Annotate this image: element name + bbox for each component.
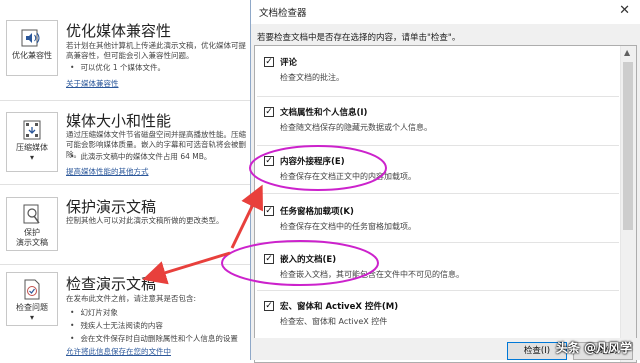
close-icon[interactable]: ✕ — [619, 3, 630, 18]
film-compress-icon — [23, 120, 41, 140]
item-title: 任务窗格加载项(K) — [280, 207, 354, 217]
dropdown-caret-icon: ▾ — [29, 153, 34, 162]
protect-presentation-button[interactable]: 保护 演示文稿 — [6, 197, 58, 251]
allow-save-info-link[interactable]: 允许将此信息保存在您的文件中 — [66, 346, 171, 357]
item-divider — [257, 96, 619, 97]
section-title: 媒体大小和性能 — [66, 112, 172, 130]
divider — [0, 100, 252, 101]
embedded-docs-checkbox[interactable]: ✓ — [264, 254, 274, 264]
section-bullet: 会在文件保存时自动删除属性和个人信息的设置 — [70, 334, 252, 344]
inspection-list: ✓ 评论 检查文档的批注。 ✓ 文档属性和个人信息(I) 检查随文档保存的隐藏元… — [254, 45, 637, 363]
section-bullet: 残疾人士无法阅读的内容 — [70, 321, 252, 331]
macros-checkbox[interactable]: ✓ — [264, 301, 274, 311]
dropdown-caret-icon: ▾ — [29, 313, 34, 322]
section-description: 控制其他人可以对此演示文稿所做的更改类型。 — [66, 216, 224, 225]
section-title: 保护演示文稿 — [66, 198, 157, 216]
item-description: 检查嵌入文档，其可能包含在文件中不可见的信息。 — [280, 270, 464, 279]
section-description: 若计划在其他计算机上传递此演示文稿，优化媒体可提高兼容性，但可能会引入兼容性问题… — [66, 41, 246, 60]
optimize-compatibility-button[interactable]: 优化兼容性 — [6, 20, 58, 76]
section-title: 优化媒体兼容性 — [66, 22, 172, 40]
item-title: 评论 — [280, 58, 298, 68]
vertical-scrollbar[interactable]: ▲ — [620, 46, 636, 362]
item-title: 嵌入的文档(E) — [280, 255, 337, 265]
item-description: 检查保存在文档正文中的内容加载项。 — [280, 172, 416, 181]
content-addins-checkbox[interactable]: ✓ — [264, 156, 274, 166]
scrollbar-thumb[interactable] — [623, 62, 633, 230]
item-title: 文档属性和个人信息(I) — [280, 108, 368, 118]
divider — [0, 264, 252, 265]
check-issues-button[interactable]: 检查问题 ▾ — [6, 272, 58, 326]
item-title: 宏、窗体和 ActiveX 控件(M) — [280, 302, 399, 312]
scroll-up-arrow-icon[interactable]: ▲ — [624, 48, 630, 57]
tile-label: 保护 演示文稿 — [16, 228, 48, 247]
dialog-titlebar[interactable]: 文档检查器 ✕ — [251, 0, 640, 24]
dialog-title: 文档检查器 — [259, 8, 307, 19]
taskpane-addins-checkbox[interactable]: ✓ — [264, 206, 274, 216]
section-title: 检查演示文稿 — [66, 275, 157, 293]
section-description: 在发布此文件之前，请注意其是否包含: — [66, 294, 197, 303]
compress-media-button[interactable]: 压缩媒体 ▾ — [6, 112, 58, 172]
item-description: 检查保存在文档中的任务窗格加载项。 — [280, 222, 416, 231]
item-divider — [257, 242, 619, 243]
media-performance-link[interactable]: 提高媒体性能的其他方式 — [66, 166, 149, 177]
section-bullet: 此演示文稿中的媒体文件占用 64 MB。 — [70, 152, 252, 162]
item-divider — [257, 193, 619, 194]
comments-checkbox[interactable]: ✓ — [264, 57, 274, 67]
doc-properties-checkbox[interactable]: ✓ — [264, 107, 274, 117]
instruction-text: 若要检查文档中是否存在选择的内容，请单击"检查"。 — [257, 33, 461, 43]
tile-label: 压缩媒体 — [16, 143, 48, 152]
lock-key-icon — [23, 204, 40, 224]
document-inspector-dialog: 文档检查器 ✕ 若要检查文档中是否存在选择的内容，请单击"检查"。 ✓ 评论 检… — [250, 0, 640, 363]
item-title: 内容外接程序(E) — [280, 157, 345, 167]
divider — [0, 184, 252, 185]
item-description: 检查文档的批注。 — [280, 73, 344, 82]
media-speaker-icon — [21, 29, 40, 47]
item-divider — [257, 145, 619, 146]
item-description: 检查宏、窗体和 ActiveX 控件 — [280, 317, 388, 326]
document-check-icon — [24, 279, 40, 300]
section-bullet: 幻灯片对象 — [70, 308, 252, 318]
media-compat-link[interactable]: 关于媒体兼容性 — [66, 78, 119, 89]
tile-label: 检查问题 — [16, 303, 48, 312]
item-description: 检查随文档保存的隐藏元数据或个人信息。 — [280, 123, 432, 132]
section-bullet: 可以优化 1 个媒体文件。 — [70, 63, 252, 73]
tile-label: 优化兼容性 — [12, 51, 52, 60]
item-divider — [257, 290, 619, 291]
watermark: 头条 @凡风学 — [555, 341, 632, 355]
